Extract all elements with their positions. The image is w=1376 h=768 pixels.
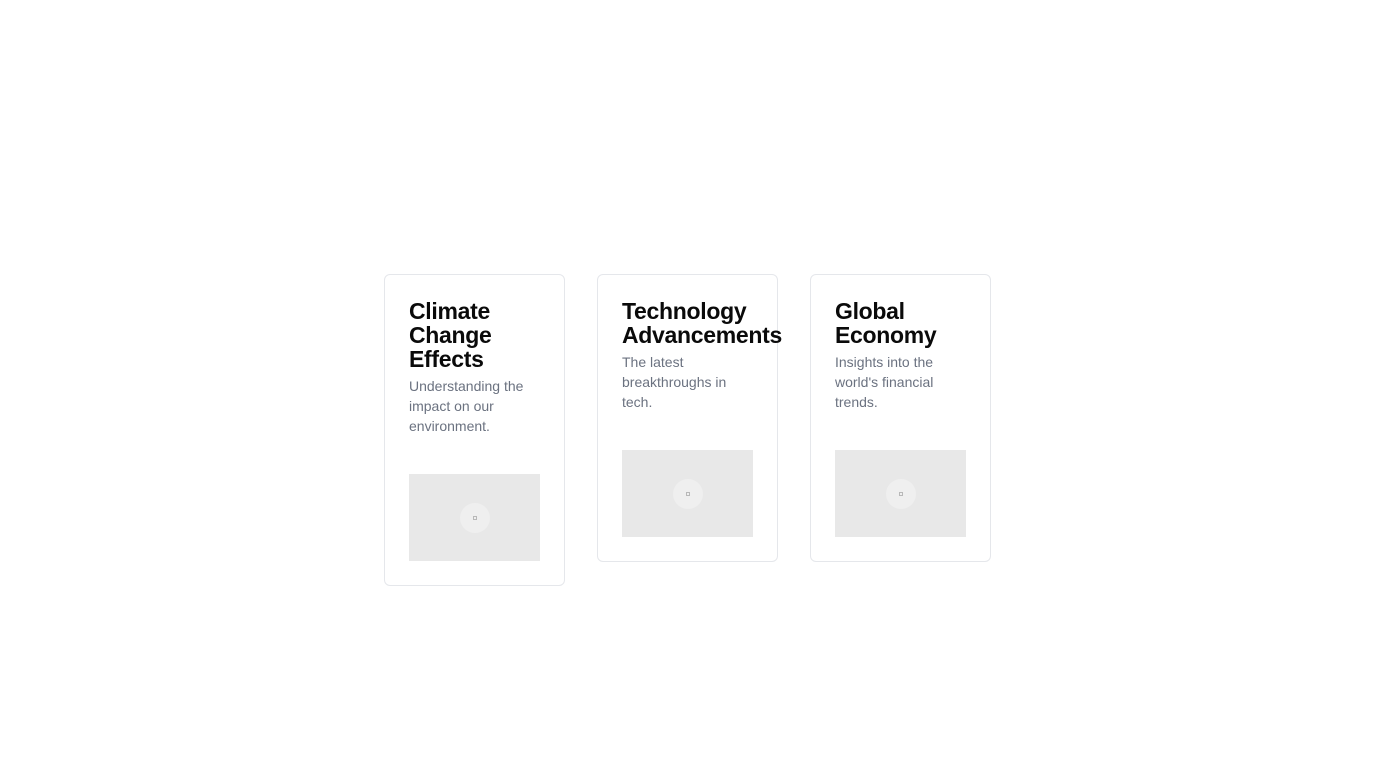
article-card-technology[interactable]: Technology Advancements The latest break… (597, 274, 783, 562)
article-card-climate[interactable]: Climate Change Effects Understanding the… (384, 274, 565, 586)
card-list: Climate Change Effects Understanding the… (384, 274, 991, 586)
card-title: Technology Advancements (622, 298, 783, 348)
image-placeholder-icon (672, 478, 703, 509)
card-title: Climate Change Effects (409, 298, 492, 372)
image-placeholder-icon (459, 502, 490, 533)
card-image (409, 474, 540, 561)
page: Climate Change Effects Understanding the… (0, 0, 1376, 768)
card-description: The latest breakthroughs in tech. (622, 354, 727, 410)
card-title: Global Economy (835, 298, 937, 348)
image-placeholder-icon (885, 478, 916, 509)
card-description: Understanding the impact on our environm… (409, 378, 524, 434)
card-image (622, 450, 753, 537)
card-description: Insights into the world's financial tren… (835, 354, 934, 410)
card-image (835, 450, 966, 537)
article-card-economy[interactable]: Global Economy Insights into the world's… (810, 274, 991, 562)
